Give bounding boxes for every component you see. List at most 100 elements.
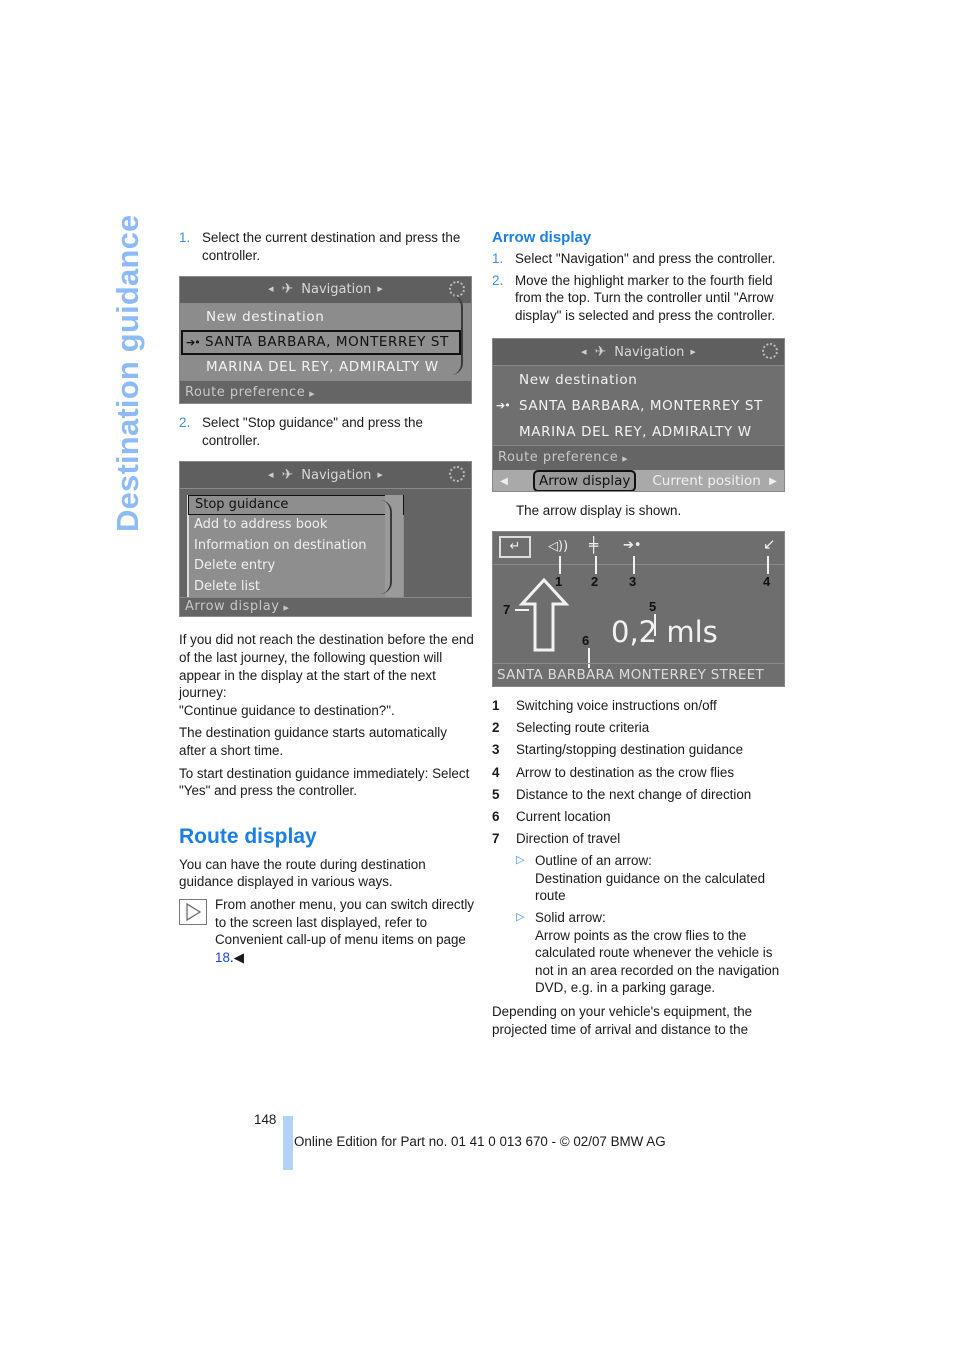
quoted-question: "Continue guidance to destination?". bbox=[179, 702, 395, 718]
menu-route-preference[interactable]: Route preference ▶ bbox=[493, 445, 784, 471]
menu-item-label: SANTA BARBARA, MONTERREY ST bbox=[205, 334, 449, 351]
option-add-to-address-book[interactable]: Add to address book bbox=[189, 515, 404, 536]
paragraph: To start destination guidance immediatel… bbox=[179, 765, 470, 799]
step-text: Select the current destination and press… bbox=[202, 230, 461, 263]
voice-icon[interactable]: ◁)) bbox=[548, 538, 568, 556]
step-2: 2. Move the highlight marker to the four… bbox=[492, 272, 788, 325]
tab-arrow-display[interactable]: Arrow display bbox=[533, 470, 637, 492]
menu-label: Arrow display bbox=[185, 599, 280, 615]
bullet-item: ▷ Solid arrow: Arrow points as the crow f… bbox=[516, 909, 788, 997]
legend-item: 1 Switching voice instructions on/off bbox=[492, 697, 788, 715]
nav-header: ◀ ✈ Navigation ▶ bbox=[180, 277, 471, 305]
next-arrow-icon: ▶ bbox=[690, 347, 696, 356]
bullet-title: Solid arrow: bbox=[535, 910, 606, 926]
prev-arrow-icon: ◀ bbox=[581, 347, 587, 356]
option-information-on-destination[interactable]: Information on destination bbox=[189, 536, 404, 557]
submenu-arrow-icon: ▶ bbox=[283, 604, 290, 613]
step-1: 1. Select "Navigation" and press the con… bbox=[492, 250, 788, 268]
paragraph: You can have the route during destinatio… bbox=[179, 856, 426, 890]
callout-3: 3 bbox=[629, 573, 637, 589]
satellite-icon: ✈ bbox=[281, 466, 294, 483]
navigation-screen-1: ◀ ✈ Navigation ▶ New destination ➔• SANT… bbox=[179, 276, 472, 405]
tab-current-position[interactable]: Current position bbox=[652, 473, 760, 491]
option-delete-list[interactable]: Delete list bbox=[189, 577, 404, 598]
callout-line-4 bbox=[767, 555, 769, 574]
view-tabbar: ◀ Arrow display Current position ▶ bbox=[493, 470, 784, 492]
menu-item-current-destination[interactable]: ➔• SANTA BARBARA, MONTERREY ST bbox=[493, 393, 784, 419]
step-2: 2. Select "Stop guidance" and press the … bbox=[179, 414, 474, 449]
section-heading-arrow-display: Arrow display bbox=[492, 229, 592, 246]
paragraph: Depending on your vehicle's equipment, t… bbox=[492, 1004, 753, 1037]
end-mark: .◀ bbox=[229, 949, 244, 965]
callout-6: 6 bbox=[582, 632, 590, 648]
menu-item-new-destination[interactable]: New destination bbox=[180, 305, 471, 330]
menu-item-last-destination[interactable]: MARINA DEL REY, ADMIRALTY W bbox=[493, 419, 784, 445]
menu-item-new-destination[interactable]: New destination bbox=[493, 367, 784, 393]
callout-line-3 bbox=[633, 555, 635, 574]
nav-header-title: Navigation bbox=[301, 282, 372, 298]
callout-line-2 bbox=[595, 555, 597, 574]
back-button[interactable]: ↵ bbox=[499, 535, 531, 558]
distance-readout: 0,2 mls bbox=[611, 614, 718, 649]
footer-text: Online Edition for Part no. 01 41 0 013 … bbox=[294, 1134, 666, 1149]
menu-item-label: SANTA BARBARA, MONTERREY ST bbox=[519, 398, 763, 415]
bullet-item: ▷ Outline of an arrow: Destination guidan… bbox=[516, 852, 788, 905]
destination-flag-icon: ➔• bbox=[186, 336, 201, 350]
paragraph: The destination guidance starts automati… bbox=[179, 725, 447, 758]
section-heading-route-display: Route display bbox=[179, 824, 317, 848]
menu-label: Route preference bbox=[498, 450, 619, 466]
legend-number: 5 bbox=[492, 786, 500, 802]
legend-text: Current location bbox=[516, 808, 611, 824]
step-number: 1. bbox=[179, 230, 191, 245]
legend-text: Switching voice instructions on/off bbox=[516, 697, 717, 713]
menu-item-current-destination[interactable]: ➔• SANTA BARBARA, MONTERREY ST bbox=[181, 330, 461, 356]
chapter-side-title: Destination guidance bbox=[110, 214, 145, 532]
controller-icon bbox=[449, 466, 465, 483]
legend-text: Starting/stopping destination guidance bbox=[516, 742, 744, 758]
start-stop-guidance-icon[interactable]: ➔• bbox=[623, 537, 642, 555]
step-text: Select "Navigation" and press the contro… bbox=[515, 251, 776, 266]
bullet-triangle-icon: ▷ bbox=[516, 911, 525, 924]
step-number: 2. bbox=[179, 415, 191, 431]
callout-4: 4 bbox=[763, 573, 771, 589]
step-1: 1. Select the current destination and pr… bbox=[179, 229, 474, 264]
legend-number: 6 bbox=[492, 808, 500, 824]
legend-text: Direction of travel bbox=[516, 831, 621, 847]
bullet-triangle-icon: ▷ bbox=[516, 854, 525, 867]
step-text: Select "Stop guidance" and press the con… bbox=[202, 415, 423, 448]
caption: The arrow display is shown. bbox=[516, 503, 682, 519]
crow-flies-arrow-icon: ↙ bbox=[763, 534, 776, 553]
route-criteria-icon[interactable]: ╪ bbox=[589, 536, 598, 555]
menu-route-preference[interactable]: Route preference ▶ bbox=[180, 380, 471, 404]
menu-item-last-destination[interactable]: MARINA DEL REY, ADMIRALTY W bbox=[180, 355, 471, 380]
navigation-screen-3: ◀ ✈ Navigation ▶ New destination ➔• SANT… bbox=[492, 338, 785, 493]
page-number: 148 bbox=[254, 1112, 277, 1127]
legend-item: 4 Arrow to destination as the crow flies bbox=[492, 764, 788, 782]
option-delete-entry[interactable]: Delete entry bbox=[189, 556, 404, 577]
tab-prev-icon[interactable]: ◀ bbox=[493, 473, 515, 491]
direction-of-travel-arrow bbox=[519, 577, 569, 652]
bullet-text: Arrow points as the crow flies to the ca… bbox=[535, 927, 780, 996]
menu-label: Route preference bbox=[185, 385, 306, 401]
next-arrow-icon: ▶ bbox=[377, 285, 383, 294]
legend-number: 2 bbox=[492, 720, 500, 736]
callout-line-7 bbox=[515, 608, 529, 611]
menu-arrow-display[interactable]: Arrow display ▶ bbox=[180, 597, 471, 617]
legend-text: Selecting route criteria bbox=[516, 720, 650, 736]
tab-next-icon[interactable]: ▶ bbox=[762, 473, 784, 491]
nav-header-title: Navigation bbox=[301, 467, 372, 483]
nav-header: ◀ ✈ Navigation ▶ bbox=[493, 339, 784, 367]
satellite-icon: ✈ bbox=[594, 343, 607, 360]
step-text: Move the highlight marker to the fourth … bbox=[515, 272, 776, 323]
note-text: From another menu, you can switch direct… bbox=[215, 896, 474, 948]
scroll-indicator bbox=[451, 295, 463, 376]
legend-item: 7 Direction of travel bbox=[492, 830, 788, 848]
page-link[interactable]: 18 bbox=[215, 950, 230, 965]
destination-flag-icon: ➔• bbox=[496, 399, 511, 413]
footer-accent-bar bbox=[283, 1116, 293, 1170]
navigation-screen-2: ◀ ✈ Navigation ▶ Stop guidance Add to ad… bbox=[179, 461, 472, 618]
option-stop-guidance[interactable]: Stop guidance bbox=[188, 495, 404, 516]
nav-header: ◀ ✈ Navigation ▶ bbox=[180, 462, 471, 490]
callout-2: 2 bbox=[591, 573, 599, 589]
legend-number: 4 bbox=[492, 764, 500, 780]
